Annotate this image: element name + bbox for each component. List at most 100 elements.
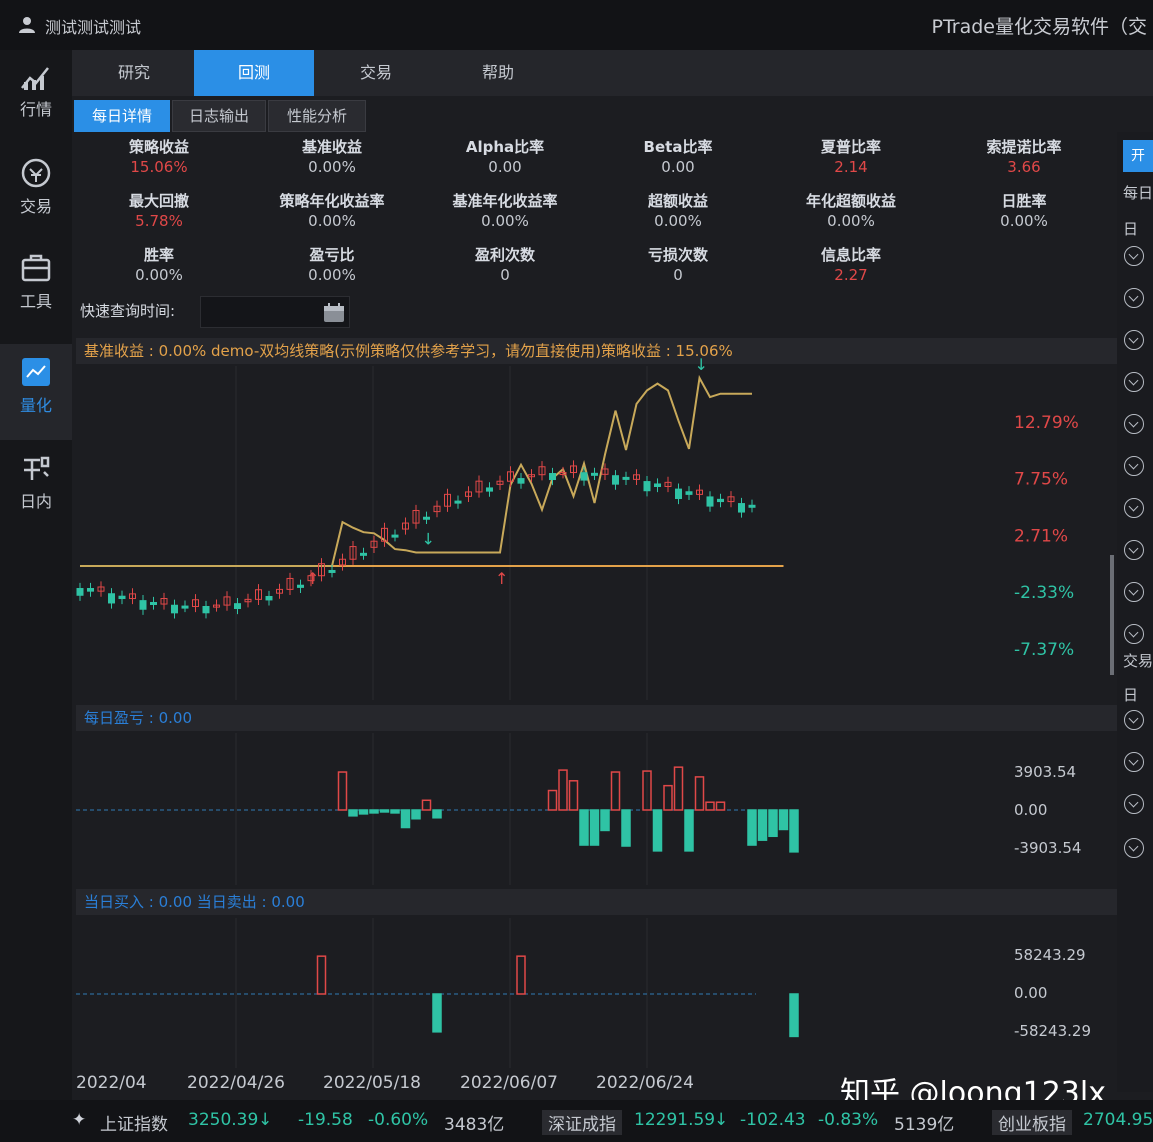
candle-body xyxy=(591,472,598,476)
right-panel: 开 每日 日 交易 日 xyxy=(1117,132,1153,1092)
candle-body xyxy=(622,476,630,480)
trade-bar xyxy=(789,993,799,1038)
candle-body xyxy=(76,588,84,596)
pin-icon[interactable]: ✦ xyxy=(72,1110,86,1130)
index-price: 3250.39 xyxy=(188,1110,259,1130)
expand-circle-icon[interactable] xyxy=(1124,456,1144,476)
index-name: 创业板指 xyxy=(992,1110,1072,1135)
pnl-bar xyxy=(432,809,442,819)
candle-body xyxy=(360,552,367,556)
expand-circle-icon[interactable] xyxy=(1124,624,1144,644)
y-tick-label: 12.79% xyxy=(1014,413,1079,433)
pnl-bar xyxy=(621,809,631,847)
index-name: 上证指数 xyxy=(100,1115,168,1135)
open-button[interactable]: 开 xyxy=(1123,140,1153,172)
index-price: 12291.59 xyxy=(634,1110,716,1130)
chart-panel xyxy=(76,918,1116,1068)
pnl-bar xyxy=(390,809,400,814)
candle-body xyxy=(748,504,756,508)
candle-body xyxy=(675,488,682,500)
expand-circle-icon[interactable] xyxy=(1124,414,1144,434)
index-pct: -0.60% xyxy=(368,1110,429,1130)
index-change: -19.58 xyxy=(298,1110,353,1130)
pnl-bar xyxy=(589,809,600,846)
expand-circle-icon[interactable] xyxy=(1124,838,1144,858)
expand-circle-icon[interactable] xyxy=(1124,752,1144,772)
chart-panel xyxy=(76,733,1116,885)
candle-body xyxy=(549,473,556,481)
x-tick-label: 2022/04/26 xyxy=(187,1073,285,1093)
pnl-bar xyxy=(369,809,379,814)
down-arrow-icon: ↓ xyxy=(258,1110,273,1130)
trade-bar xyxy=(432,993,442,1033)
buy-marker: ↑ xyxy=(495,569,508,588)
candle-body xyxy=(706,496,714,507)
index-price: 2704.95 xyxy=(1083,1110,1153,1130)
x-tick-label: 2022/04 xyxy=(76,1073,147,1093)
y-tick-label: -58243.29 xyxy=(1014,1022,1091,1040)
y-tick-label: 3903.54 xyxy=(1014,763,1076,781)
candle-body xyxy=(171,604,178,614)
scrollbar-thumb[interactable] xyxy=(1110,555,1114,675)
candle-body xyxy=(328,569,336,573)
y-tick-label: -3903.54 xyxy=(1014,839,1081,857)
pnl-bar xyxy=(348,809,358,817)
pnl-bar xyxy=(768,809,778,838)
pnl-bar xyxy=(358,809,369,815)
y-tick-label: 58243.29 xyxy=(1014,946,1086,964)
sell-marker: ↓ xyxy=(422,529,435,548)
pnl-bar xyxy=(757,809,768,841)
y-tick-label: 0.00 xyxy=(1014,984,1047,1002)
candle-body xyxy=(580,472,588,481)
expand-circle-icon[interactable] xyxy=(1124,246,1144,266)
candle-body xyxy=(181,605,189,609)
y-tick-label: -2.33% xyxy=(1014,583,1074,603)
rp-label-daily: 每日 xyxy=(1123,184,1153,202)
index-change: -102.43 xyxy=(740,1110,806,1130)
expand-circle-icon[interactable] xyxy=(1124,330,1144,350)
candle-body xyxy=(717,498,724,503)
x-tick-label: 2022/06/24 xyxy=(596,1073,694,1093)
expand-circle-icon[interactable] xyxy=(1124,498,1144,518)
candle-body xyxy=(643,481,651,492)
expand-circle-icon[interactable] xyxy=(1124,540,1144,560)
candle-body xyxy=(297,584,304,588)
expand-circle-icon[interactable] xyxy=(1124,582,1144,602)
pnl-bar xyxy=(379,809,390,813)
y-tick-label: -7.37% xyxy=(1014,640,1074,660)
rp-label-day: 日 xyxy=(1123,220,1139,238)
candle-body xyxy=(654,483,661,488)
candle-body xyxy=(391,534,399,538)
expand-circle-icon[interactable] xyxy=(1124,710,1144,730)
pnl-bar xyxy=(411,809,421,820)
y-tick-label: 2.71% xyxy=(1014,526,1068,546)
pnl-bar xyxy=(684,809,694,852)
expand-circle-icon[interactable] xyxy=(1124,372,1144,392)
candle-body xyxy=(139,600,147,610)
expand-circle-icon[interactable] xyxy=(1124,288,1144,308)
pnl-bar xyxy=(600,809,610,832)
candle-body xyxy=(265,596,273,601)
candle-body xyxy=(612,475,619,485)
x-tick-label: 2022/06/07 xyxy=(460,1073,558,1093)
candle-body xyxy=(150,601,157,605)
rp-label-trade: 交易 xyxy=(1123,652,1153,670)
index-amount: 3483亿 xyxy=(444,1115,505,1135)
rp-label-day2: 日 xyxy=(1123,686,1139,704)
x-tick-label: 2022/05/18 xyxy=(323,1073,421,1093)
down-arrow-icon: ↓ xyxy=(714,1110,729,1130)
candle-body xyxy=(202,606,210,614)
pnl-bar xyxy=(778,809,789,831)
chart-panel xyxy=(76,366,1116,700)
expand-circle-icon[interactable] xyxy=(1124,794,1144,814)
index-name: 深证成指 xyxy=(542,1110,622,1135)
candle-body xyxy=(234,603,241,610)
pnl-bar xyxy=(579,809,589,846)
candle-body xyxy=(517,478,525,484)
candle-body xyxy=(118,595,126,600)
candle-body xyxy=(87,588,94,592)
candle-body xyxy=(423,516,430,520)
candle-body xyxy=(486,487,493,492)
pnl-bar xyxy=(789,809,799,853)
index-pct: -0.83% xyxy=(818,1110,879,1130)
